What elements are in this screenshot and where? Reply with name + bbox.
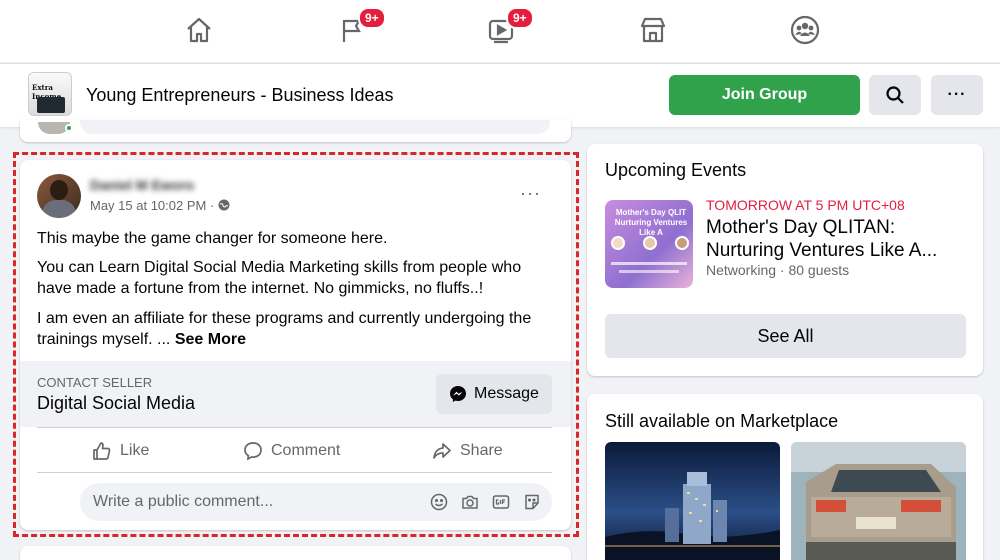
share-arrow-icon	[433, 443, 451, 459]
marketplace-listing-image[interactable]	[791, 442, 966, 560]
emoji-icon[interactable]	[430, 493, 448, 511]
see-all-events-button[interactable]: See All	[605, 314, 966, 358]
commenter-avatar-slot	[37, 483, 73, 519]
more-dots-icon: ···	[947, 86, 967, 103]
event-name[interactable]: Mother's Day QLITAN: Nurturing Ventures …	[706, 216, 956, 262]
messenger-icon	[450, 386, 467, 402]
like-thumb-icon	[93, 442, 111, 460]
message-button-label: Message	[474, 385, 539, 402]
home-icon[interactable]	[184, 14, 214, 46]
author-name[interactable]: Daniel M Eworo	[90, 177, 194, 193]
post-time-text: May 15 at 10:02 PM ·	[90, 198, 218, 213]
divider	[37, 472, 552, 473]
next-post-card	[20, 546, 571, 560]
event-thumbnail-text: Mother's Day QLIT Nurturing Ventures Lik…	[614, 208, 688, 237]
more-options-button[interactable]: ···	[931, 75, 983, 115]
marketplace-listing-image[interactable]	[605, 442, 780, 560]
post-paragraph-text: I am even an affiliate for these program…	[37, 310, 532, 348]
share-button[interactable]: Share	[432, 439, 503, 463]
contact-seller-label: CONTACT SELLER	[37, 375, 153, 390]
marketplace-title: Still available on Marketplace	[605, 411, 839, 431]
post-paragraph-last: I am even an affiliate for these program…	[37, 308, 557, 350]
gif-icon[interactable]	[492, 493, 510, 511]
groups-icon[interactable]	[790, 14, 820, 46]
marketplace-icon[interactable]	[638, 14, 668, 46]
group-thumbnail[interactable]: Extra Income	[28, 72, 72, 116]
watch-video-icon[interactable]: 9+	[486, 7, 534, 46]
event-time: TOMORROW AT 5 PM UTC+08	[706, 197, 905, 213]
like-label: Like	[120, 442, 150, 459]
join-group-button[interactable]: Join Group	[669, 75, 860, 115]
comment-bubble-icon	[244, 442, 262, 461]
sticker-icon[interactable]	[523, 493, 541, 511]
event-thumbnail[interactable]: Mother's Day QLIT Nurturing Ventures Lik…	[605, 200, 693, 288]
event-meta: Networking · 80 guests	[706, 262, 850, 278]
online-status-dot	[65, 124, 73, 132]
divider	[37, 427, 552, 428]
upcoming-events-title: Upcoming Events	[605, 160, 747, 180]
message-button[interactable]: Message	[436, 374, 552, 414]
notification-badge: 9+	[358, 7, 386, 29]
group-name[interactable]: Young Entrepreneurs - Business Ideas	[86, 85, 394, 106]
author-avatar[interactable]	[37, 174, 81, 218]
globe-icon	[218, 199, 230, 211]
group-header: Extra Income Young Entrepreneurs - Busin…	[0, 63, 1000, 127]
comment-input[interactable]: Write a public comment...	[80, 483, 552, 521]
top-navigation-bar: 9+ 9+	[0, 0, 1000, 62]
previous-post-card	[20, 120, 571, 142]
comment-placeholder: Write a public comment...	[93, 493, 274, 510]
search-icon	[886, 86, 904, 104]
see-more-link[interactable]: See More	[175, 331, 246, 348]
pages-flag-icon[interactable]: 9+	[338, 7, 386, 46]
post-paragraph: You can Learn Digital Social Media Marke…	[37, 259, 522, 297]
post-paragraph: This maybe the game changer for someone …	[37, 230, 388, 247]
search-button[interactable]	[869, 75, 921, 115]
notification-badge: 9+	[506, 7, 534, 29]
post-timestamp[interactable]: May 15 at 10:02 PM ·	[90, 198, 230, 213]
contact-seller-panel: CONTACT SELLER Digital Social Media Mess…	[20, 361, 571, 427]
comment-box-stub[interactable]	[80, 120, 550, 134]
comment-button[interactable]: Comment	[243, 439, 340, 463]
share-label: Share	[460, 442, 503, 459]
like-button[interactable]: Like	[92, 439, 149, 463]
seller-name: Digital Social Media	[37, 393, 196, 413]
post-options-icon[interactable]: ···	[520, 183, 541, 204]
camera-icon[interactable]	[461, 493, 479, 511]
comment-label: Comment	[271, 442, 341, 459]
